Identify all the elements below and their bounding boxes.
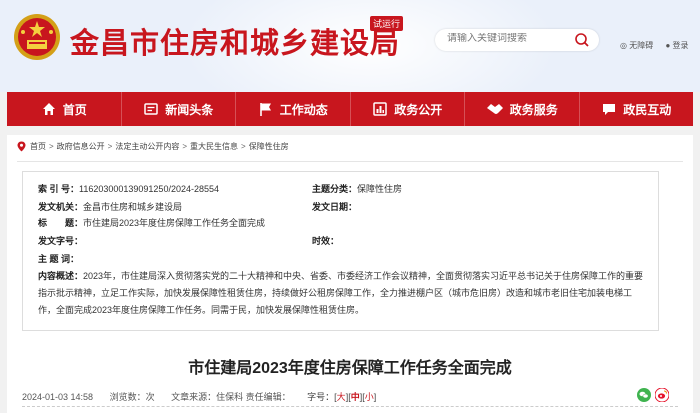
- validity-row: 时效：: [312, 234, 339, 247]
- breadcrumb-gov-info[interactable]: 政府信息公开: [57, 141, 105, 152]
- summary-row: 内容概述：2023年，市住建局深入贯彻落实党的二十大精神和中央、省委、市委经济工…: [38, 268, 648, 319]
- article-title: 市住建局2023年度住房保障工作任务全面完成: [188, 360, 512, 377]
- date-label: 发文日期：: [312, 202, 358, 212]
- summary-value: 2023年，市住建局深入贯彻落实党的二十大精神和中央、省委、市委经济工作会议精神…: [38, 271, 644, 315]
- keywords-row: 主 题 词：: [38, 252, 79, 265]
- nav-home[interactable]: 首页: [7, 92, 122, 126]
- view-count: 浏览数：次: [109, 392, 155, 402]
- nav-interaction[interactable]: 政民互动: [580, 92, 694, 126]
- site-title[interactable]: 金昌市住房和城乡建设局: [70, 20, 400, 62]
- metadata-box: 索 引 号：116203000139091250/2024-28554 主题分类…: [22, 171, 659, 331]
- search-box: [435, 29, 599, 51]
- title-label: 标 题：: [38, 218, 84, 228]
- docno-label: 发文字号：: [38, 236, 84, 246]
- flag-icon: [259, 103, 271, 116]
- font-size-control: 字号：[大][中][小]: [307, 392, 377, 402]
- nav-service[interactable]: 政务服务: [465, 92, 580, 126]
- trial-badge: 试运行: [370, 16, 404, 31]
- nav-work-label: 工作动态: [279, 102, 328, 117]
- home-icon: [42, 103, 55, 115]
- site-header: 金昌市住房和城乡建设局 试运行 ◎ 无障碍 ● 登录: [0, 0, 700, 92]
- index-row: 索 引 号：116203000139091250/2024-28554: [38, 182, 219, 195]
- date-row: 发文日期：: [312, 200, 357, 213]
- issuer-label: 发文机关：: [38, 202, 84, 212]
- search-icon[interactable]: [565, 29, 599, 51]
- validity-label: 时效：: [312, 236, 340, 246]
- category-label: 主题分类：: [312, 184, 358, 194]
- font-size-small[interactable]: 小: [365, 392, 374, 402]
- content-panel: 首页 > 政府信息公开 > 法定主动公开内容 > 重大民生信息 > 保障性住房 索 引 …: [7, 135, 693, 413]
- breadcrumb-divider: [17, 161, 683, 162]
- breadcrumb: 首页 > 政府信息公开 > 法定主动公开内容 > 重大民生信息 > 保障性住房: [17, 141, 289, 152]
- keywords-label: 主 题 词：: [38, 254, 80, 264]
- share-buttons: [633, 388, 669, 402]
- chart-icon: [373, 102, 387, 116]
- article-author: 文章来源：住保科 责任编辑：: [171, 392, 291, 402]
- index-label: 索 引 号：: [38, 184, 80, 194]
- chat-icon: [603, 104, 616, 115]
- wechat-share-icon[interactable]: [637, 388, 651, 402]
- title-row: 标 题：市住建局2023年度住房保障工作任务全面完成: [38, 216, 265, 229]
- main-nav: 首页 新闻头条 工作动态 政务公开 政务服务 政民互动: [7, 92, 693, 126]
- publish-date: 2024-01-03 14:58: [22, 392, 94, 402]
- national-emblem-icon[interactable]: [12, 12, 62, 62]
- nav-news-label: 新闻头条: [165, 102, 214, 117]
- top-links: ◎ 无障碍 ● 登录: [620, 40, 699, 51]
- location-pin-icon: [17, 141, 26, 152]
- font-size-medium[interactable]: 中: [351, 392, 360, 402]
- nav-interaction-label: 政民互动: [623, 102, 672, 117]
- breadcrumb-housing[interactable]: 保障性住房: [249, 141, 289, 152]
- accessibility-link[interactable]: ◎ 无障碍: [620, 41, 658, 50]
- info-divider: [22, 406, 678, 407]
- news-icon: [144, 103, 158, 115]
- nav-service-label: 政务服务: [509, 102, 558, 117]
- docno-row: 发文字号：: [38, 234, 83, 247]
- nav-work[interactable]: 工作动态: [236, 92, 351, 126]
- breadcrumb-home[interactable]: 首页: [30, 141, 46, 152]
- issuer-value: 金昌市住房和城乡建设局: [83, 202, 183, 212]
- font-size-large[interactable]: 大: [337, 392, 346, 402]
- search-input[interactable]: [447, 33, 567, 44]
- summary-label: 内容概述：: [38, 271, 84, 281]
- category-value: 保障性住房: [357, 184, 403, 194]
- breadcrumb-statutory[interactable]: 法定主动公开内容: [115, 141, 179, 152]
- breadcrumb-livelihood[interactable]: 重大民生信息: [190, 141, 238, 152]
- weibo-share-icon[interactable]: [655, 388, 669, 402]
- nav-home-label: 首页: [62, 102, 87, 117]
- handshake-icon: [486, 104, 503, 114]
- issuer-row: 发文机关：金昌市住房和城乡建设局: [38, 200, 182, 213]
- title-value: 市住建局2023年度住房保障工作任务全面完成: [83, 218, 266, 228]
- nav-news[interactable]: 新闻头条: [122, 92, 236, 126]
- login-link[interactable]: ● 登录: [665, 41, 693, 50]
- category-row: 主题分类：保障性住房: [312, 182, 402, 195]
- nav-open-gov[interactable]: 政务公开: [351, 92, 465, 126]
- index-value: 116203000139091250/2024-28554: [79, 184, 219, 194]
- nav-open-gov-label: 政务公开: [394, 102, 443, 117]
